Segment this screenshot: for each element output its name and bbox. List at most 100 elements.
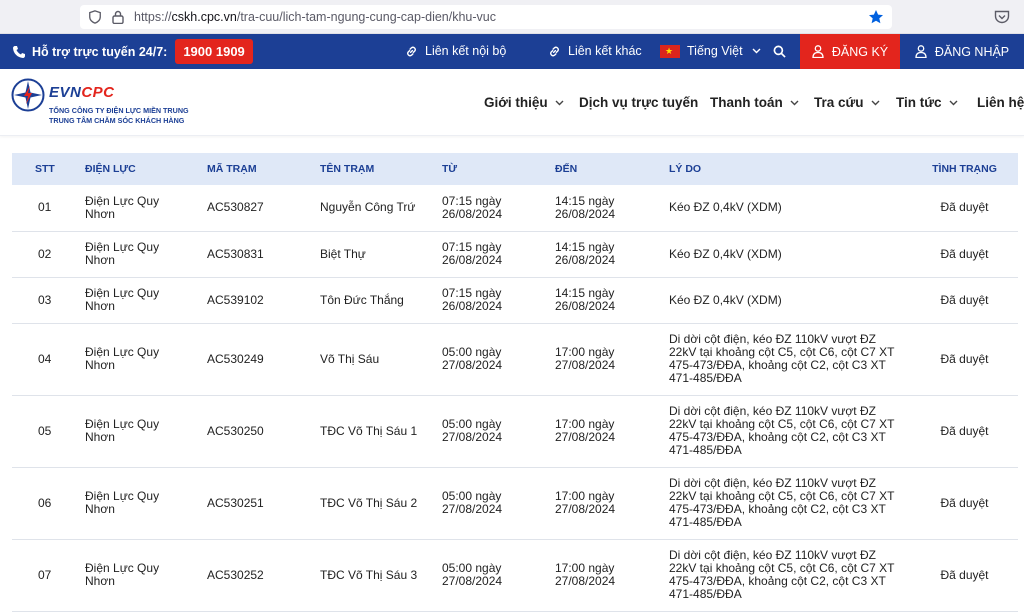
nav-label: Giới thiệu [484,95,548,110]
browser-toolbar: https://cskh.cpc.vn/tra-cuu/lich-tam-ngu… [0,0,1024,34]
nav-thanh-toan[interactable]: Thanh toán [710,95,799,110]
cell-tu: 05:00 ngày 27/08/2024 [434,467,547,540]
login-label: ĐĂNG NHẬP [934,44,1010,59]
col-header-tu: TỪ [434,153,547,185]
cell-tu: 07:15 ngày 26/08/2024 [434,185,547,232]
chevron-down-icon [871,100,880,105]
table-row: 01 Điện Lực Quy Nhơn AC530827 Nguyễn Công T… [12,185,1018,232]
cell-dien-luc: Điện Lực Quy Nhơn [77,539,199,612]
table-row: 03 Điện Lực Quy Nhơn AC539102 Tôn Đức Thắng… [12,277,1018,324]
nav-label: Dịch vụ trực tuyến [579,95,699,110]
logo-subtitle-1: TỔNG CÔNG TY ĐIỆN LỰC MIỀN TRUNG [49,106,189,115]
url-text[interactable]: https://cskh.cpc.vn/tra-cuu/lich-tam-ngu… [134,10,868,24]
hotline-label: Hỗ trợ trực tuyến 24/7: [32,44,168,59]
cell-den: 17:00 ngày 27/08/2024 [547,395,661,468]
cell-tu: 05:00 ngày 27/08/2024 [434,323,547,396]
outage-schedule-table: STT ĐIỆN LỰC MÃ TRẠM TÊN TRẠM TỪ ĐẾN LÝ … [12,153,1018,612]
cell-tinh-trang: Đã duyệt [911,395,1018,468]
cell-tinh-trang: Đã duyệt [911,185,1018,232]
cell-den: 17:00 ngày 27/08/2024 [547,467,661,540]
cell-dien-luc: Điện Lực Quy Nhơn [77,231,199,278]
address-bar[interactable]: https://cskh.cpc.vn/tra-cuu/lich-tam-ngu… [80,5,892,29]
cell-tinh-trang: Đã duyệt [911,539,1018,612]
nav-tin-tuc[interactable]: Tin tức [896,95,958,110]
main-header: EVNCPC TỔNG CÔNG TY ĐIỆN LỰC MIỀN TRUNG … [0,69,1024,136]
cell-den: 17:00 ngày 27/08/2024 [547,539,661,612]
nav-gioi-thieu[interactable]: Giới thiệu [484,95,564,110]
cell-tinh-trang: Đã duyệt [911,231,1018,278]
cell-stt: 03 [12,277,77,324]
cell-stt: 04 [12,323,77,396]
nav-lien-he[interactable]: Liên hệ [977,95,1024,110]
url-path: /tra-cuu/lich-tam-ngung-cung-cap-dien/kh… [236,10,496,24]
chevron-down-icon [555,100,564,105]
cell-den: 14:15 ngày 26/08/2024 [547,185,661,232]
register-button[interactable]: ĐĂNG KÝ [800,34,900,69]
cell-ly-do: Kéo ĐZ 0,4kV (XDM) [661,231,911,278]
language-selector[interactable]: Tiếng Việt [660,44,768,58]
logo-cpc: CPC [81,84,115,101]
col-header-dien-luc: ĐIỆN LỰC [77,153,199,185]
top-utility-bar: Hỗ trợ trực tuyến 24/7: 1900 1909 Liên k… [0,34,1024,69]
cell-ly-do: Di dời cột điện, kéo ĐZ 110kV vượt ĐZ 22… [661,395,911,468]
phone-icon [13,45,25,58]
link-icon [407,46,416,56]
col-header-den: ĐẾN [547,153,661,185]
chevron-down-icon [790,100,799,105]
table-row: 04 Điện Lực Quy Nhơn AC530249 Võ Thị Sáu 05:… [12,323,1018,396]
cell-ly-do: Kéo ĐZ 0,4kV (XDM) [661,185,911,232]
cell-stt: 07 [12,539,77,612]
cell-tu: 07:15 ngày 26/08/2024 [434,277,547,324]
logo-wordmark: EVNCPC [49,84,115,101]
other-link[interactable]: Liên kết khác [548,44,642,58]
link-icon [550,46,559,56]
evn-emblem-icon [11,78,45,112]
search-icon[interactable] [773,45,786,58]
nav-tra-cuu[interactable]: Tra cứu [814,95,880,110]
register-label: ĐĂNG KÝ [831,44,889,59]
cell-ma-tram: AC530827 [199,185,312,232]
login-button[interactable]: ĐĂNG NHẬP [900,34,1024,69]
cell-stt: 01 [12,185,77,232]
cell-ten-tram: Nguyễn Công Trứ [312,185,434,232]
cell-ten-tram: Võ Thị Sáu [312,323,434,396]
nav-dich-vu-truc-tuyen[interactable]: Dịch vụ trực tuyến [579,95,698,110]
cell-den: 14:15 ngày 26/08/2024 [547,277,661,324]
evncpc-logo[interactable]: EVNCPC TỔNG CÔNG TY ĐIỆN LỰC MIỀN TRUNG … [11,76,211,132]
cell-dien-luc: Điện Lực Quy Nhơn [77,277,199,324]
cell-stt: 05 [12,395,77,468]
hotline: Hỗ trợ trực tuyến 24/7: 1900 1909 [12,39,253,64]
chevron-down-icon [949,100,958,105]
user-icon [812,45,824,58]
nav-label: Tin tức [896,95,942,110]
cell-ma-tram: AC539102 [199,277,312,324]
url-host: cskh.cpc.vn [171,10,237,24]
tracking-shield-icon[interactable] [88,10,102,24]
col-header-tinh-trang: TÌNH TRẠNG [911,153,1018,185]
table-row: 05 Điện Lực Quy Nhơn AC530250 TĐC Võ Thị Sá… [12,395,1018,468]
hotline-number[interactable]: 1900 1909 [175,39,253,64]
internal-link[interactable]: Liên kết nội bộ [405,44,506,58]
cell-stt: 02 [12,231,77,278]
cell-tu: 07:15 ngày 26/08/2024 [434,231,547,278]
bookmark-star-icon[interactable] [868,9,884,25]
table-header-row: STT ĐIỆN LỰC MÃ TRẠM TÊN TRẠM TỪ ĐẾN LÝ … [12,153,1018,185]
cell-stt: 06 [12,467,77,540]
cell-tinh-trang: Đã duyệt [911,323,1018,396]
cell-tu: 05:00 ngày 27/08/2024 [434,395,547,468]
pocket-icon[interactable] [994,10,1010,24]
internal-link-label: Liên kết nội bộ [425,44,507,58]
language-label: Tiếng Việt [687,44,743,58]
nav-label: Thanh toán [710,95,783,110]
cell-tinh-trang: Đã duyệt [911,277,1018,324]
cell-ly-do: Kéo ĐZ 0,4kV (XDM) [661,277,911,324]
cell-dien-luc: Điện Lực Quy Nhơn [77,467,199,540]
url-prefix: https:// [134,10,172,24]
col-header-stt: STT [12,153,77,185]
lock-icon[interactable] [112,10,124,24]
table-row: 02 Điện Lực Quy Nhơn AC530831 Biệt Thự 07:15… [12,231,1018,278]
chevron-down-icon [752,48,761,54]
cell-den: 17:00 ngày 27/08/2024 [547,323,661,396]
cell-ly-do: Di dời cột điện, kéo ĐZ 110kV vượt ĐZ 22… [661,539,911,612]
cell-ten-tram: TĐC Võ Thị Sáu 2 [312,467,434,540]
